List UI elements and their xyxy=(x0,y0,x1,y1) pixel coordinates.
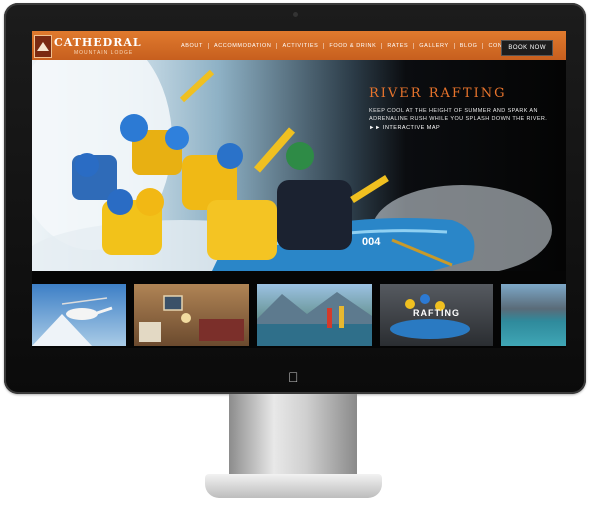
brand-subtitle: MOUNTAIN LODGE xyxy=(74,50,134,56)
thumb-accommodation[interactable] xyxy=(134,284,249,346)
hero-banner: 004 RIVER RAFTING KEEP COOL AT THE HEIGH… xyxy=(32,60,566,271)
thumb-rafting-label: RAFTING xyxy=(413,308,460,318)
nav-about[interactable]: ABOUT xyxy=(176,43,208,49)
camera-icon xyxy=(293,12,298,17)
monitor-bezel: CATHEDRAL MOUNTAIN LODGE ABOUT ACCOMMODA… xyxy=(4,3,586,394)
monitor-stand xyxy=(229,394,357,476)
book-now-button[interactable]: BOOK NOW xyxy=(501,40,553,56)
thumb-heli-skiing[interactable] xyxy=(32,284,126,346)
interactive-map-link[interactable]: ►► INTERACTIVE MAP xyxy=(369,125,440,131)
nav-blog[interactable]: BLOG xyxy=(453,42,483,49)
site-header: CATHEDRAL MOUNTAIN LODGE ABOUT ACCOMMODA… xyxy=(32,31,566,60)
monitor-base xyxy=(205,474,382,498)
lodge-logo-icon[interactable] xyxy=(34,35,52,58)
website-screen: CATHEDRAL MOUNTAIN LODGE ABOUT ACCOMMODA… xyxy=(32,31,566,348)
helicopter-icon xyxy=(32,297,113,346)
brand-name[interactable]: CATHEDRAL xyxy=(54,36,142,49)
mountain-lake-icon xyxy=(257,292,372,346)
apple-logo-icon:  xyxy=(288,370,299,384)
nav-accommodation[interactable]: ACCOMMODATION xyxy=(207,42,277,49)
main-nav: ABOUT ACCOMMODATION ACTIVITIES FOOD & DR… xyxy=(176,31,524,60)
thumb-rafting[interactable]: RAFTING xyxy=(380,284,493,346)
thumb-lake[interactable] xyxy=(501,284,566,346)
activity-thumbnails: RAFTING xyxy=(32,284,566,346)
nav-gallery[interactable]: GALLERY xyxy=(413,42,453,49)
thumb-hiking[interactable] xyxy=(257,284,372,346)
lodge-room-icon xyxy=(139,295,244,342)
raft-number: 004 xyxy=(362,236,381,248)
nav-rates[interactable]: RATES xyxy=(381,42,413,49)
hero-description: KEEP COOL AT THE HEIGHT OF SUMMER AND SP… xyxy=(369,108,548,122)
nav-food-drink[interactable]: FOOD & DRINK xyxy=(323,42,381,49)
hero-title: RIVER RAFTING xyxy=(369,86,507,101)
nav-activities[interactable]: ACTIVITIES xyxy=(276,42,323,49)
